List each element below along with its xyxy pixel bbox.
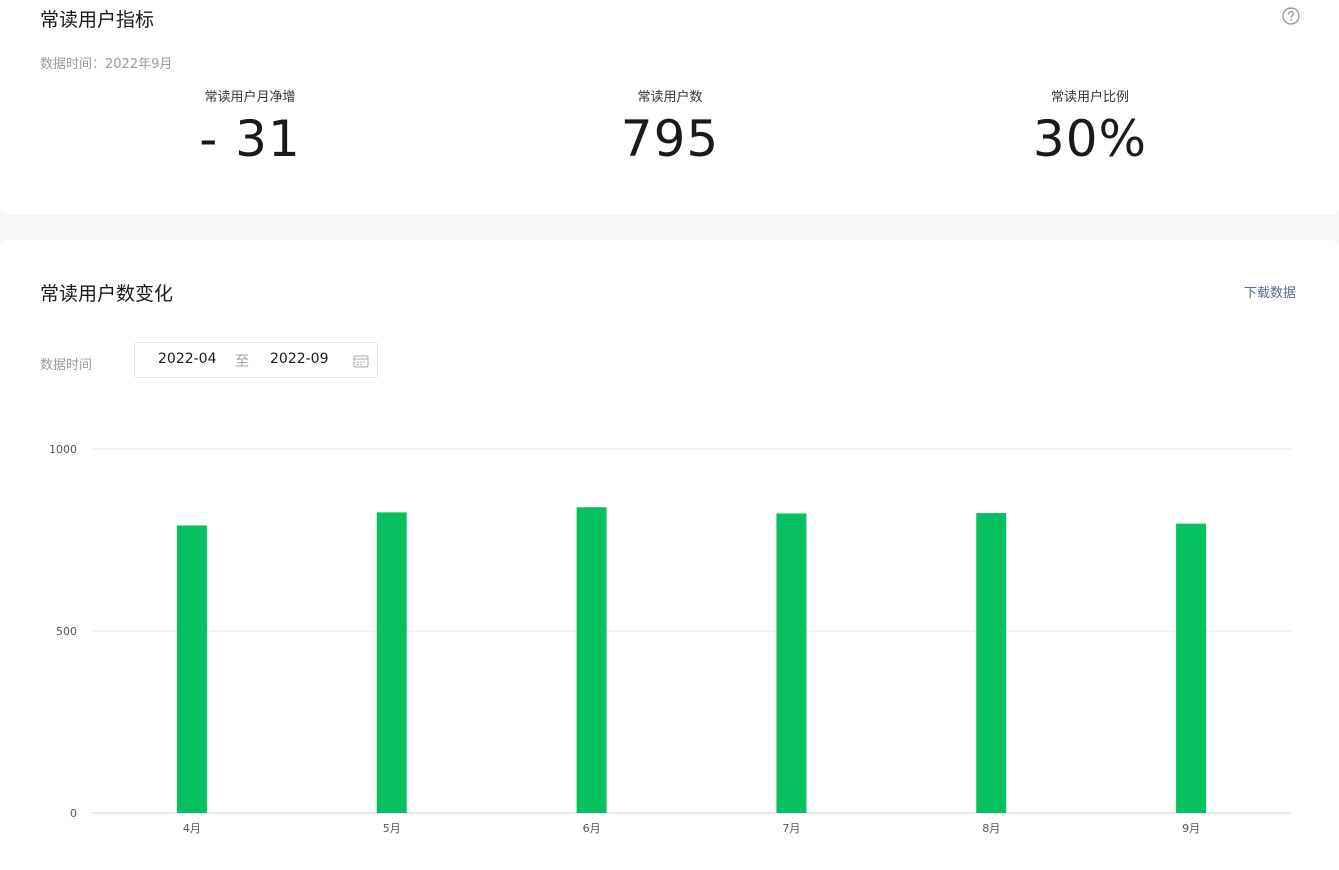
metrics-card: 常读用户指标 数据时间：2022年9月 常读用户月净增 - 31 常读用户数 7… — [0, 0, 1339, 215]
bar — [176, 525, 207, 813]
metric-value: 795 — [620, 110, 720, 168]
x-tick-label: 5月 — [383, 822, 401, 835]
y-tick-label: 500 — [56, 625, 77, 638]
x-tick-label: 7月 — [782, 822, 800, 835]
metric-user-count: 常读用户数 795 — [520, 88, 820, 170]
metric-net-growth: 常读用户月净增 - 31 — [100, 88, 400, 170]
metric-label: 常读用户月净增 — [204, 90, 296, 105]
bar — [1176, 523, 1207, 813]
y-tick-label: 0 — [70, 807, 77, 820]
x-tick-label: 8月 — [982, 822, 1000, 835]
metric-value: 30% — [1032, 110, 1148, 168]
bar — [776, 513, 807, 813]
user-count-bar-chart: 0 500 1000 4月 5月 6月 7月 8月 9月 — [49, 443, 1291, 835]
metric-label: 常读用户数 — [637, 90, 703, 105]
question-circle-icon[interactable] — [1282, 7, 1300, 25]
chart-card: 常读用户数变化 下载数据 数据时间 2022-04 至 2022-09 0 500… — [0, 240, 1339, 870]
bar — [376, 512, 407, 813]
x-tick-label: 6月 — [583, 822, 601, 835]
metric-label: 常读用户比例 — [1050, 90, 1129, 105]
bar — [976, 513, 1007, 813]
metric-value: - 31 — [199, 110, 301, 168]
y-tick-label: 1000 — [49, 443, 77, 456]
metrics-title: 常读用户指标 — [40, 9, 155, 31]
bar — [576, 507, 607, 813]
metric-user-ratio: 常读用户比例 30% — [940, 88, 1240, 170]
x-tick-label: 4月 — [183, 822, 201, 835]
x-tick-label: 9月 — [1182, 822, 1200, 835]
data-time-text: 数据时间：2022年9月 — [40, 57, 173, 72]
